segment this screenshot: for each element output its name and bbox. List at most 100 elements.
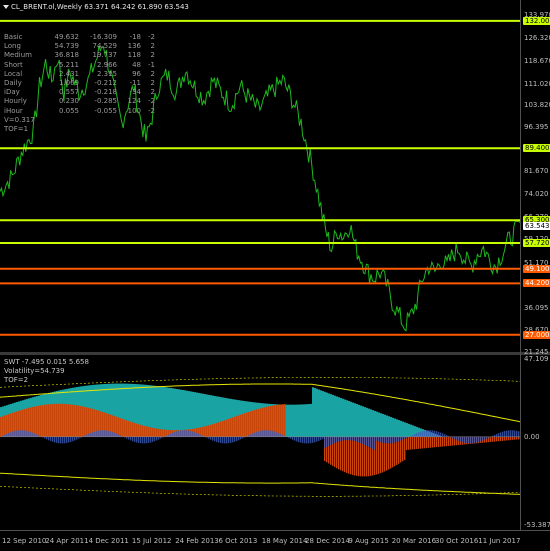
teal-bar xyxy=(318,390,320,437)
teal-bar xyxy=(388,416,390,437)
dropdown-triangle-icon[interactable] xyxy=(3,5,9,9)
blue-bar xyxy=(444,434,445,437)
price-axis[interactable]: 133.970126.320118.670111.020103.82096.39… xyxy=(520,0,550,530)
teal-bar xyxy=(348,401,350,437)
blue-bar xyxy=(208,437,209,439)
blue-bar xyxy=(334,437,335,443)
rust-bar xyxy=(410,437,411,450)
blue-bar xyxy=(424,431,425,437)
blue-bar xyxy=(22,430,23,437)
blue-bar xyxy=(378,437,379,442)
rust-bar xyxy=(56,404,57,437)
blue-bar xyxy=(358,437,359,442)
rust-bar xyxy=(58,404,59,437)
blue-bar xyxy=(190,431,191,437)
rust-bar xyxy=(492,437,493,442)
stats-cell-v3: -34 xyxy=(117,88,141,97)
rust-bar xyxy=(0,417,1,437)
blue-bar xyxy=(312,437,313,443)
blue-bar xyxy=(340,437,341,441)
lower-envelope-line xyxy=(0,473,520,494)
level-price-tag: 57.720 xyxy=(523,239,550,247)
rust-bar xyxy=(432,437,433,448)
indicator-tick-label: 47.109 xyxy=(524,355,549,363)
indicator-header: SWT -7.495 0.015 5.658 Volatility=54.739… xyxy=(4,358,89,385)
teal-bar xyxy=(170,388,172,437)
rust-bar xyxy=(32,407,33,437)
rust-bar xyxy=(284,404,285,437)
teal-bar xyxy=(368,409,370,437)
stats-cell-v3 xyxy=(117,116,141,125)
stats-cell-v4: 2 xyxy=(141,42,155,51)
blue-bar xyxy=(156,437,157,441)
time-tick-label: 20 Mar 2016 xyxy=(392,537,436,545)
rust-bar xyxy=(218,422,219,437)
teal-bar xyxy=(330,394,332,437)
teal-bar xyxy=(346,400,348,437)
stats-cell-v1: 54.739 xyxy=(41,42,79,51)
rust-bar xyxy=(510,437,511,440)
blue-bar xyxy=(56,437,57,443)
blue-bar xyxy=(280,434,281,437)
rust-bar xyxy=(234,417,235,437)
blue-bar xyxy=(420,432,421,437)
blue-bar xyxy=(404,437,405,439)
blue-bar xyxy=(376,437,377,441)
blue-bar xyxy=(66,437,67,443)
stats-cell-v4: -2 xyxy=(141,107,155,116)
rust-bar xyxy=(406,437,407,450)
level-price-tag: 44.200 xyxy=(523,279,550,287)
stats-cell-label: TOF=1 xyxy=(4,125,41,134)
indicator-tick-label: 0.00 xyxy=(524,433,540,441)
rust-bar xyxy=(52,404,53,437)
teal-bar xyxy=(178,389,180,437)
blue-bar xyxy=(500,432,501,437)
rust-bar xyxy=(228,419,229,437)
blue-bar xyxy=(188,431,189,437)
blue-bar xyxy=(462,437,463,442)
symbol-title-text: CL_BRENT.ol,Weekly 63.371 64.242 61.890 … xyxy=(11,3,189,11)
rust-bar xyxy=(212,424,213,437)
rust-bar xyxy=(342,437,343,471)
blue-bar xyxy=(430,430,431,437)
blue-bar xyxy=(486,437,487,439)
level-price-tag: 49.100 xyxy=(523,265,550,273)
blue-bar xyxy=(260,431,261,437)
blue-bar xyxy=(226,437,227,444)
price-tick-label: 81.670 xyxy=(524,167,549,175)
rust-bar xyxy=(132,422,133,437)
rust-bar xyxy=(278,405,279,437)
blue-bar xyxy=(200,435,201,437)
blue-bar xyxy=(348,437,349,440)
time-axis[interactable]: 12 Sep 201024 Apr 20114 Dec 201115 Jul 2… xyxy=(0,530,550,551)
rust-bar xyxy=(252,411,253,437)
rust-bar xyxy=(446,437,447,446)
rust-bar xyxy=(490,437,491,442)
blue-bar xyxy=(422,431,423,437)
stats-cell-label: Long xyxy=(4,42,41,51)
blue-bar xyxy=(266,430,267,437)
price-tick-label: 74.020 xyxy=(524,190,549,198)
rust-bar xyxy=(134,423,135,437)
rust-bar xyxy=(402,437,403,461)
teal-bar xyxy=(322,391,324,437)
teal-bar xyxy=(372,410,374,437)
blue-bar xyxy=(150,437,151,443)
rust-bar xyxy=(44,405,45,437)
teal-bar xyxy=(302,404,304,436)
blue-bar xyxy=(30,432,31,437)
teal-bar xyxy=(358,405,360,437)
blue-bar xyxy=(438,432,439,437)
blue-bar xyxy=(256,432,257,437)
time-tick-label: 12 Sep 2010 xyxy=(2,537,46,545)
stats-cell-v4: 2 xyxy=(141,51,155,60)
teal-bar xyxy=(380,413,382,437)
blue-bar xyxy=(68,437,69,443)
blue-bar xyxy=(16,431,17,437)
rust-bar xyxy=(204,426,205,436)
blue-bar xyxy=(516,431,517,437)
stats-cell-label: V=0.317 xyxy=(4,116,41,125)
blue-bar xyxy=(436,431,437,437)
blue-bar xyxy=(60,437,61,444)
teal-bar xyxy=(366,408,368,437)
